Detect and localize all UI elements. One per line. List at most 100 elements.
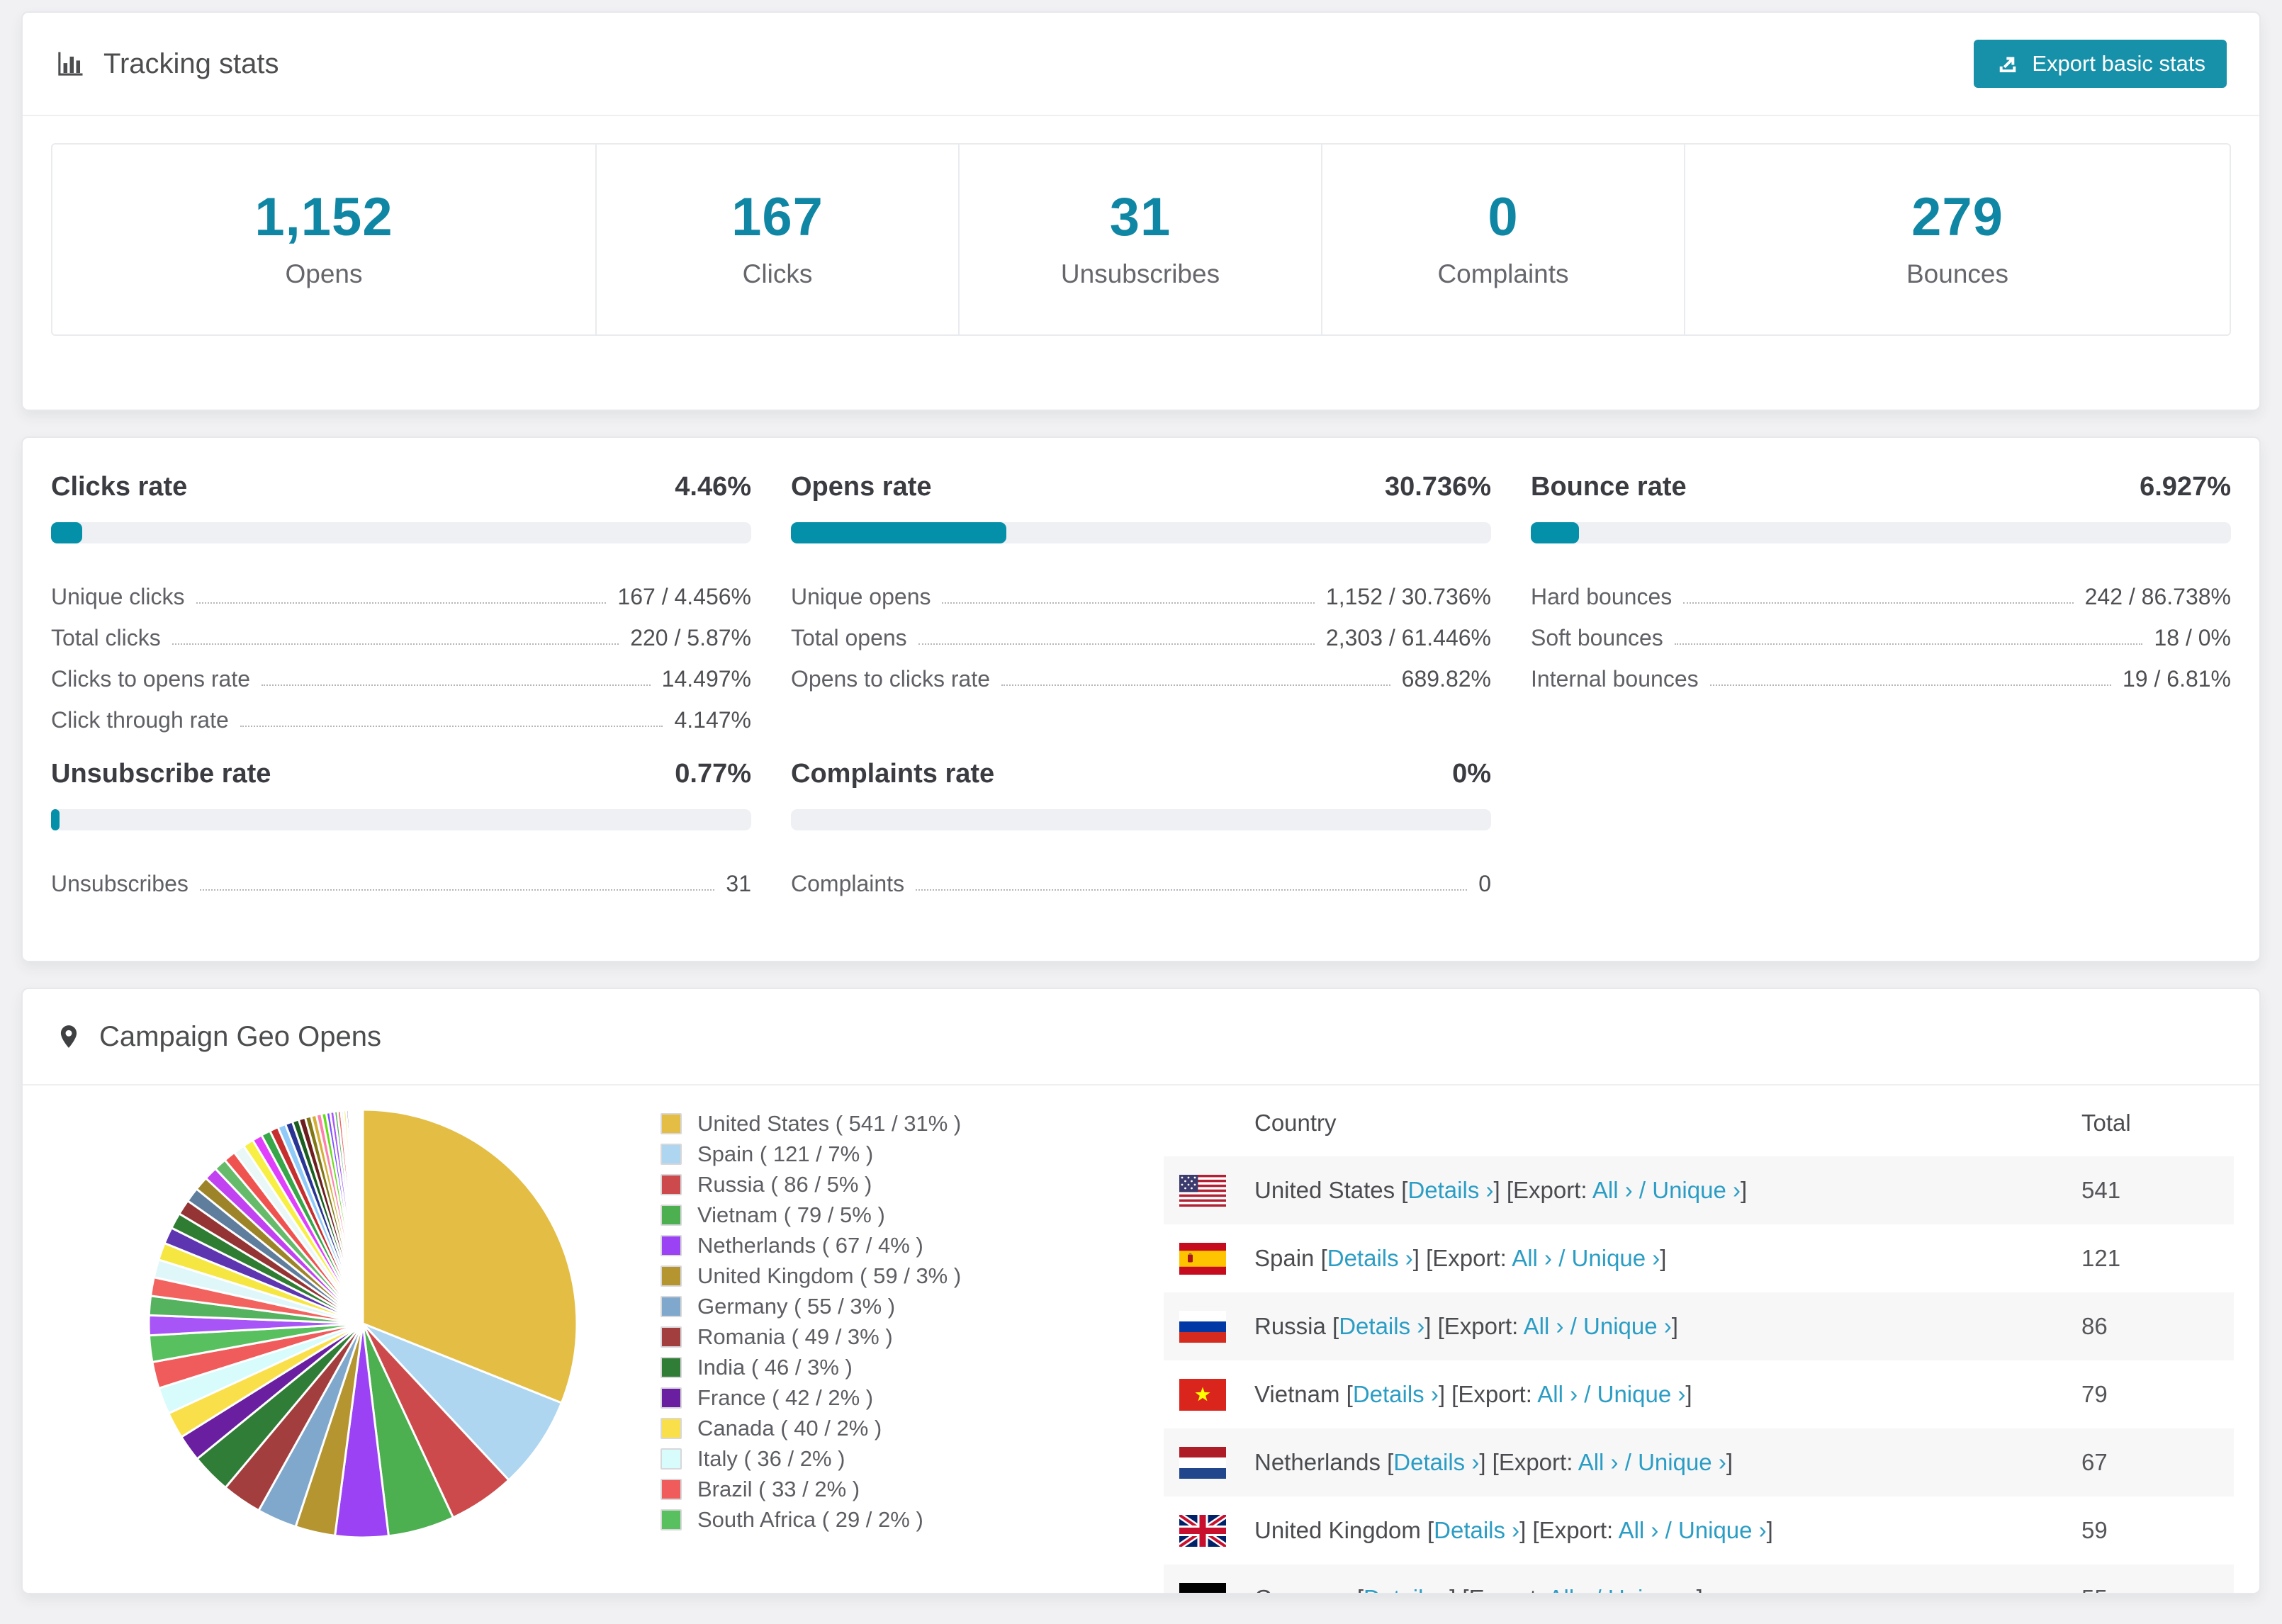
legend-item[interactable]: France ( 42 / 2% )	[661, 1382, 1164, 1413]
export-unique-link[interactable]: Unique ›	[1572, 1245, 1660, 1271]
rate-row: Clicks to opens rate 14.497%	[51, 666, 751, 692]
export-all-link[interactable]: All ›	[1578, 1449, 1619, 1475]
legend-label: Vietnam ( 79 / 5% )	[697, 1202, 885, 1227]
details-link[interactable]: Details ›	[1353, 1381, 1439, 1407]
country-cell: Germany [Details ›] [Export: All › / Uni…	[1254, 1585, 1703, 1593]
export-all-link[interactable]: All ›	[1619, 1517, 1659, 1543]
export-unique-link[interactable]: Unique ›	[1597, 1381, 1686, 1407]
details-link[interactable]: Details ›	[1434, 1517, 1519, 1543]
complaints-rate-value: 0%	[1452, 759, 1491, 789]
details-link[interactable]: Details ›	[1393, 1449, 1479, 1475]
legend-item[interactable]: Romania ( 49 / 3% )	[661, 1321, 1164, 1352]
legend-item[interactable]: South Africa ( 29 / 2% )	[661, 1504, 1164, 1535]
export-basic-stats-button[interactable]: Export basic stats	[1974, 40, 2227, 88]
flag-us-icon	[1179, 1174, 1226, 1207]
export-unique-link[interactable]: Unique ›	[1652, 1177, 1741, 1203]
stat-opens: 1,152 Opens	[52, 145, 597, 334]
geo-pie-chart	[65, 1090, 661, 1586]
country-cell: United States [Details ›] [Export: All ›…	[1254, 1177, 1748, 1203]
details-link[interactable]: Details ›	[1364, 1585, 1449, 1593]
rates-card: Clicks rate 4.46% Unique clicks 167 / 4.4…	[21, 436, 2261, 962]
geo-table-row-de: Germany [Details ›] [Export: All › / Uni…	[1164, 1564, 2234, 1593]
legend-item[interactable]: Vietnam ( 79 / 5% )	[661, 1200, 1164, 1230]
opens-rate-panel: Opens rate 30.736% Unique opens 1,152 / 3…	[791, 472, 1491, 733]
total-column-header: Total	[2081, 1110, 2131, 1136]
rate-row: Internal bounces 19 / 6.81%	[1531, 666, 2231, 692]
rate-row: Click through rate 4.147%	[51, 707, 751, 733]
flag-es-icon	[1179, 1242, 1226, 1275]
country-cell: Vietnam [Details ›] [Export: All › / Uni…	[1254, 1381, 1692, 1407]
unsubscribe-rate-bar	[51, 809, 751, 830]
legend-swatch-icon	[661, 1234, 682, 1256]
opens-rate-title: Opens rate	[791, 472, 932, 502]
unsubscribe-rate-title: Unsubscribe rate	[51, 759, 271, 789]
export-unique-link[interactable]: Unique ›	[1583, 1313, 1672, 1339]
legend-swatch-icon	[661, 1478, 682, 1500]
geo-table-header: Country Total	[1164, 1090, 2234, 1156]
geo-table: Country Total United States [Details ›] …	[1164, 1090, 2234, 1593]
legend-item[interactable]: Italy ( 36 / 2% )	[661, 1443, 1164, 1474]
flag-gb-icon	[1179, 1514, 1226, 1547]
opens-rate-bar	[791, 522, 1491, 543]
rate-row: Total clicks 220 / 5.87%	[51, 625, 751, 650]
details-link[interactable]: Details ›	[1327, 1245, 1413, 1271]
details-link[interactable]: Details ›	[1339, 1313, 1424, 1339]
export-all-link[interactable]: All ›	[1537, 1381, 1578, 1407]
legend-label: India ( 46 / 3% )	[697, 1354, 853, 1380]
country-cell: Spain [Details ›] [Export: All › / Uniqu…	[1254, 1245, 1667, 1271]
opens-rate-value: 30.736%	[1384, 472, 1491, 502]
legend-swatch-icon	[661, 1509, 682, 1530]
legend-item[interactable]: Brazil ( 33 / 2% )	[661, 1474, 1164, 1504]
legend-item[interactable]: Netherlands ( 67 / 4% )	[661, 1230, 1164, 1261]
bounce-rate-bar	[1531, 522, 2231, 543]
legend-label: Brazil ( 33 / 2% )	[697, 1476, 860, 1501]
legend-swatch-icon	[661, 1204, 682, 1226]
export-all-link[interactable]: All ›	[1592, 1177, 1633, 1203]
legend-swatch-icon	[661, 1265, 682, 1287]
export-unique-link[interactable]: Unique ›	[1638, 1449, 1726, 1475]
export-all-link[interactable]: All ›	[1524, 1313, 1564, 1339]
export-all-link[interactable]: All ›	[1512, 1245, 1552, 1271]
export-unique-link[interactable]: Unique ›	[1608, 1585, 1697, 1593]
legend-swatch-icon	[661, 1112, 682, 1134]
summary-stats-row: 1,152 Opens 167 Clicks 31 Unsubscribes 0…	[51, 143, 2231, 336]
legend-item[interactable]: United Kingdom ( 59 / 3% )	[661, 1261, 1164, 1291]
legend-swatch-icon	[661, 1448, 682, 1470]
export-unique-link[interactable]: Unique ›	[1678, 1517, 1767, 1543]
geo-table-row-ru: Russia [Details ›] [Export: All › / Uniq…	[1164, 1292, 2234, 1360]
pie-legend: United States ( 541 / 31% ) Spain ( 121 /…	[661, 1090, 1164, 1593]
country-total: 121	[2081, 1245, 2121, 1271]
bar-chart-icon	[58, 52, 83, 76]
export-all-link[interactable]: All ›	[1548, 1585, 1588, 1593]
country-total: 79	[2081, 1381, 2108, 1407]
rate-row: Unique clicks 167 / 4.456%	[51, 584, 751, 609]
legend-label: France ( 42 / 2% )	[697, 1385, 874, 1410]
bounce-rate-panel: Bounce rate 6.927% Hard bounces 242 / 86.…	[1531, 472, 2231, 733]
geo-table-row-vn: Vietnam [Details ›] [Export: All › / Uni…	[1164, 1360, 2234, 1428]
geo-header: Campaign Geo Opens	[23, 989, 2259, 1086]
legend-item[interactable]: United States ( 541 / 31% )	[661, 1108, 1164, 1139]
tracking-stats-page: Tracking stats Export basic stats 1,152 …	[0, 0, 2282, 1624]
complaints-rate-panel: Complaints rate 0% Complaints 0	[791, 759, 1491, 897]
legend-label: United States ( 541 / 31% )	[697, 1110, 962, 1136]
country-total: 59	[2081, 1517, 2108, 1543]
country-column-header: Country	[1254, 1110, 1337, 1136]
country-cell: United Kingdom [Details ›] [Export: All …	[1254, 1517, 1773, 1543]
flag-nl-icon	[1179, 1446, 1226, 1479]
rate-row: Unique opens 1,152 / 30.736%	[791, 584, 1491, 609]
legend-swatch-icon	[661, 1173, 682, 1195]
bounces-count: 279	[1911, 186, 2003, 247]
legend-swatch-icon	[661, 1356, 682, 1378]
details-link[interactable]: Details ›	[1407, 1177, 1493, 1203]
legend-item[interactable]: India ( 46 / 3% )	[661, 1352, 1164, 1382]
legend-item[interactable]: Canada ( 40 / 2% )	[661, 1413, 1164, 1443]
legend-item[interactable]: Spain ( 121 / 7% )	[661, 1139, 1164, 1169]
legend-swatch-icon	[661, 1417, 682, 1439]
campaign-geo-opens-card: Campaign Geo Opens United States ( 541 /…	[21, 988, 2261, 1594]
geo-title: Campaign Geo Opens	[55, 1021, 381, 1053]
country-cell: Russia [Details ›] [Export: All › / Uniq…	[1254, 1313, 1678, 1339]
legend-label: Spain ( 121 / 7% )	[697, 1141, 874, 1166]
legend-item[interactable]: Russia ( 86 / 5% )	[661, 1169, 1164, 1200]
rate-row: Soft bounces 18 / 0%	[1531, 625, 2231, 650]
legend-item[interactable]: Germany ( 55 / 3% )	[661, 1291, 1164, 1321]
